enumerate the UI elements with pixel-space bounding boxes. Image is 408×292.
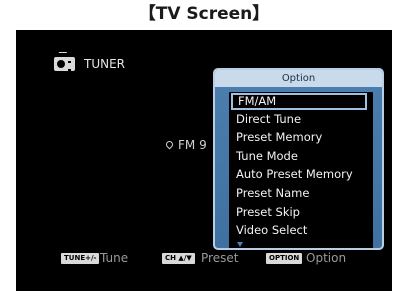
menu-item-auto-preset-memory[interactable]: Auto Preset Memory bbox=[236, 166, 353, 183]
radio-icon bbox=[54, 57, 75, 71]
page-title: 【TV Screen】 bbox=[138, 4, 270, 24]
menu-item-tune-mode[interactable]: Tune Mode bbox=[236, 148, 298, 165]
tv-screen: TUNER FM 9 g TUNE+/- Tune CH ▲/▼ Preset … bbox=[16, 30, 392, 291]
preset-label: Preset bbox=[201, 251, 239, 265]
option-label: Option bbox=[306, 251, 347, 265]
menu-item-preset-skip[interactable]: Preset Skip bbox=[236, 204, 300, 221]
frequency-text: FM 9 bbox=[178, 138, 207, 152]
source-label: TUNER bbox=[84, 57, 126, 71]
tune-label: Tune bbox=[100, 251, 129, 265]
frequency-display: FM 9 bbox=[164, 137, 207, 153]
menu-item-preset-name[interactable]: Preset Name bbox=[236, 185, 309, 202]
menu-item-direct-tune[interactable]: Direct Tune bbox=[236, 111, 301, 128]
location-pin-icon bbox=[164, 139, 175, 150]
option-menu: Option FM/AM Direct Tune Preset Memory T… bbox=[213, 68, 384, 250]
option-key-icon: OPTION bbox=[266, 253, 303, 264]
scroll-down-icon[interactable] bbox=[237, 242, 243, 247]
tune-key-icon: TUNE+/- bbox=[61, 253, 100, 264]
option-menu-list: FM/AM Direct Tune Preset Memory Tune Mod… bbox=[229, 92, 373, 248]
menu-item-video-select[interactable]: Video Select bbox=[236, 222, 307, 239]
menu-item-preset-memory[interactable]: Preset Memory bbox=[236, 129, 322, 146]
button-guide: TUNE+/- Tune CH ▲/▼ Preset OPTION Option bbox=[16, 249, 392, 269]
option-menu-title: Option bbox=[215, 70, 382, 87]
channel-key-icon: CH ▲/▼ bbox=[162, 253, 195, 264]
menu-item-fm-am[interactable]: FM/AM bbox=[231, 93, 367, 110]
